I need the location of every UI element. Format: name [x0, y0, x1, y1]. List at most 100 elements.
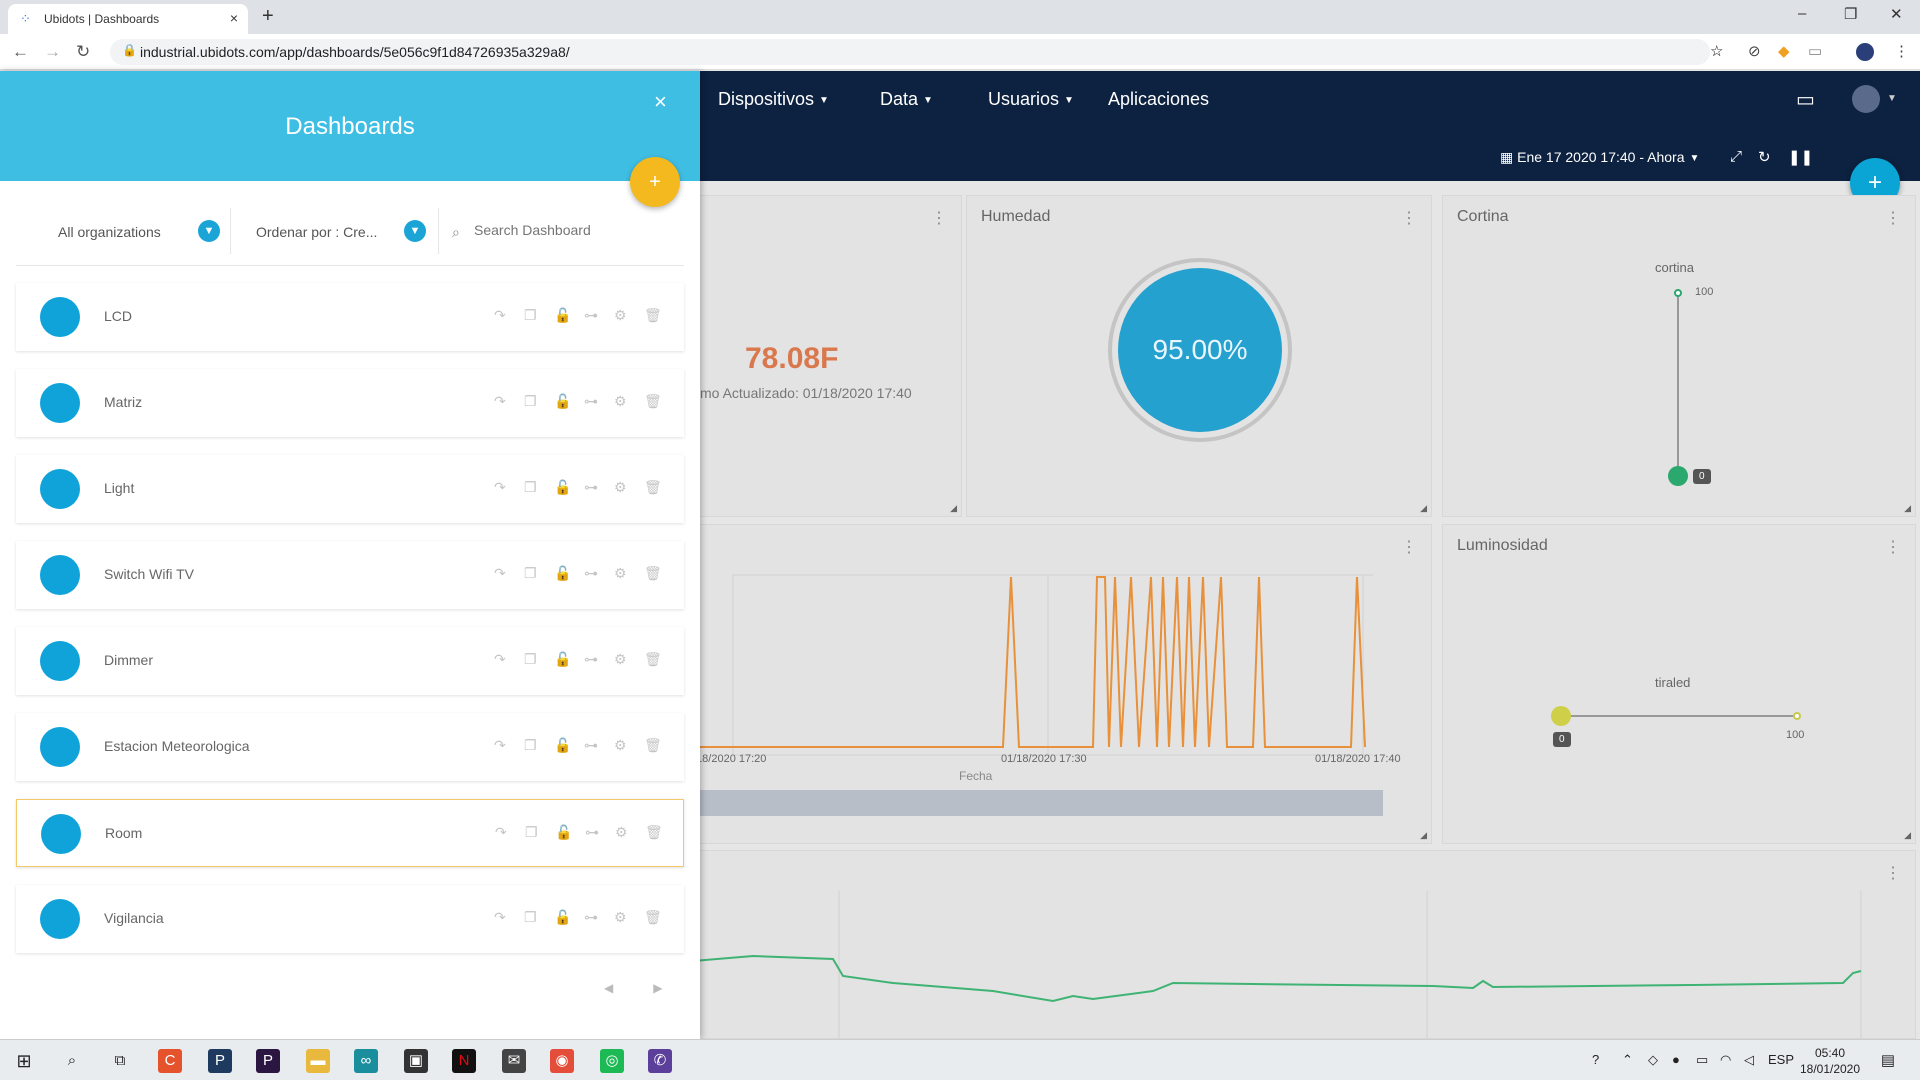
photoshop-icon[interactable]: P	[208, 1049, 232, 1073]
expand-icon[interactable]: ⤢	[1730, 148, 1742, 165]
luminosity-slider-handle[interactable]	[1551, 706, 1571, 726]
spotify-icon[interactable]: ◎	[600, 1049, 624, 1073]
resize-handle-icon[interactable]: ◢	[950, 503, 957, 514]
lock-icon[interactable]: 🔓	[555, 824, 572, 841]
next-page-icon[interactable]: ▶	[653, 981, 662, 995]
dashboard-item[interactable]: Matriz ↷ ❐ 🔓 ⊶ ⚙ 🗑	[16, 369, 684, 437]
menu-aplicaciones[interactable]: Aplicaciones	[1108, 89, 1209, 110]
hierarchy-icon[interactable]: ⊶	[584, 479, 598, 496]
app-icon[interactable]: C	[158, 1049, 182, 1073]
bookmark-star-icon[interactable]: ☆	[1710, 42, 1723, 60]
copy-icon[interactable]: ❐	[524, 393, 537, 410]
netflix-icon[interactable]: N	[452, 1049, 476, 1073]
settings-icon[interactable]: ⚙	[614, 651, 627, 668]
lock-icon[interactable]: 🔓	[554, 737, 571, 754]
menu-usuarios[interactable]: Usuarios ▼	[988, 89, 1074, 110]
dropbox-icon[interactable]: ◇	[1648, 1052, 1658, 1068]
restore-icon[interactable]: ❐	[1844, 5, 1857, 23]
widget-menu-icon[interactable]: ⋮	[1885, 208, 1901, 228]
hierarchy-icon[interactable]: ⊶	[584, 909, 598, 926]
forward-icon[interactable]: →	[44, 42, 61, 62]
chrome-icon[interactable]: ◉	[550, 1049, 574, 1073]
chevron-down-icon[interactable]: ▼	[404, 220, 426, 242]
hierarchy-icon[interactable]: ⊶	[584, 393, 598, 410]
share-icon[interactable]: ↷	[494, 909, 506, 926]
back-icon[interactable]: ←	[12, 42, 29, 62]
store-icon[interactable]: ▣	[404, 1049, 428, 1073]
copy-icon[interactable]: ❐	[525, 824, 538, 841]
browser-tab[interactable]: ⁘ Ubidots | Dashboards ×	[8, 4, 248, 34]
mail-icon[interactable]: ✉	[502, 1049, 526, 1073]
delete-icon[interactable]: 🗑	[644, 737, 662, 754]
lock-icon[interactable]: 🔓	[554, 393, 571, 410]
caret-down-icon[interactable]: ▼	[1887, 93, 1897, 104]
org-filter[interactable]: All organizations	[58, 224, 161, 240]
trend-widget[interactable]: ⋮	[692, 850, 1916, 1039]
delete-icon[interactable]: 🗑	[644, 909, 662, 926]
hierarchy-icon[interactable]: ⊶	[584, 307, 598, 324]
copy-icon[interactable]: ❐	[524, 479, 537, 496]
share-icon[interactable]: ↷	[494, 479, 506, 496]
resize-handle-icon[interactable]: ◢	[1420, 830, 1427, 841]
battery-icon[interactable]: ▭	[1696, 1052, 1708, 1068]
new-tab-button[interactable]: +	[262, 5, 274, 28]
search-icon[interactable]: ⌕	[60, 1049, 84, 1073]
notifications-icon[interactable]: ▤	[1876, 1049, 1900, 1073]
lock-icon[interactable]: 🔓	[554, 307, 571, 324]
pause-icon[interactable]: ❚❚	[1788, 148, 1813, 166]
menu-data[interactable]: Data ▼	[880, 89, 933, 110]
chevron-up-icon[interactable]: ⌃	[1622, 1052, 1633, 1068]
prev-page-icon[interactable]: ◀	[604, 981, 613, 995]
address-bar[interactable]: 🔒 industrial.ubidots.com/app/dashboards/…	[110, 39, 1710, 65]
block-extension-icon[interactable]: ⊘	[1748, 42, 1761, 60]
chevron-down-icon[interactable]: ▼	[198, 220, 220, 242]
premiere-icon[interactable]: P	[256, 1049, 280, 1073]
settings-icon[interactable]: ⚙	[614, 565, 627, 582]
copy-icon[interactable]: ❐	[524, 651, 537, 668]
help-icon[interactable]: ?	[1592, 1052, 1599, 1067]
resize-handle-icon[interactable]: ◢	[1420, 503, 1427, 514]
mic-icon[interactable]: ●	[1672, 1052, 1680, 1067]
extension-icon[interactable]: ◆	[1778, 42, 1790, 60]
hierarchy-icon[interactable]: ⊶	[584, 737, 598, 754]
settings-icon[interactable]: ⚙	[615, 824, 628, 841]
delete-icon[interactable]: 🗑	[644, 479, 662, 496]
lock-icon[interactable]: 🔓	[554, 565, 571, 582]
minimize-icon[interactable]: –	[1798, 5, 1806, 22]
curtain-slider-handle[interactable]	[1668, 466, 1688, 486]
hierarchy-icon[interactable]: ⊶	[585, 824, 599, 841]
copy-icon[interactable]: ❐	[524, 909, 537, 926]
luminosity-widget[interactable]: Luminosidad ⋮ ◢ tiraled 0 100	[1442, 524, 1916, 844]
delete-icon[interactable]: 🗑	[644, 565, 662, 582]
dashboard-item[interactable]: LCD ↷ ❐ 🔓 ⊶ ⚙ 🗑	[16, 283, 684, 351]
settings-icon[interactable]: ⚙	[614, 909, 627, 926]
search-input[interactable]	[474, 222, 634, 238]
tab-close-icon[interactable]: ×	[230, 10, 238, 26]
dashboard-item[interactable]: Light ↷ ❐ 🔓 ⊶ ⚙ 🗑	[16, 455, 684, 523]
refresh-icon[interactable]: ↻	[1758, 148, 1771, 166]
dashboard-item[interactable]: Dimmer ↷ ❐ 🔓 ⊶ ⚙ 🗑	[16, 627, 684, 695]
inbox-icon[interactable]: ▭	[1796, 87, 1815, 112]
settings-icon[interactable]: ⚙	[614, 737, 627, 754]
delete-icon[interactable]: 🗑	[644, 651, 662, 668]
dashboard-item[interactable]: Estacion Meteorologica ↷ ❐ 🔓 ⊶ ⚙ 🗑	[16, 713, 684, 781]
chart-navigator[interactable]	[693, 790, 1383, 816]
share-icon[interactable]: ↷	[494, 737, 506, 754]
arduino-icon[interactable]: ∞	[354, 1049, 378, 1073]
delete-icon[interactable]: 🗑	[645, 824, 663, 841]
resize-handle-icon[interactable]: ◢	[1904, 830, 1911, 841]
settings-icon[interactable]: ⚙	[614, 393, 627, 410]
lock-icon[interactable]: 🔓	[554, 651, 571, 668]
menu-dispositivos[interactable]: Dispositivos ▼	[718, 89, 829, 110]
cast-icon[interactable]: ▭	[1808, 42, 1822, 60]
whatsapp-icon[interactable]: ✆	[648, 1049, 672, 1073]
share-icon[interactable]: ↷	[494, 651, 506, 668]
close-icon[interactable]: ×	[654, 89, 667, 115]
share-icon[interactable]: ↷	[494, 307, 506, 324]
hierarchy-icon[interactable]: ⊶	[584, 565, 598, 582]
dashboard-item[interactable]: Switch Wifi TV ↷ ❐ 🔓 ⊶ ⚙ 🗑	[16, 541, 684, 609]
settings-icon[interactable]: ⚙	[614, 307, 627, 324]
chart-widget[interactable]: ⋮ ◢ /18/2020 17:20 01/18/2020 17:30 01/1…	[692, 524, 1432, 844]
hierarchy-icon[interactable]: ⊶	[584, 651, 598, 668]
widget-menu-icon[interactable]: ⋮	[1885, 863, 1901, 883]
